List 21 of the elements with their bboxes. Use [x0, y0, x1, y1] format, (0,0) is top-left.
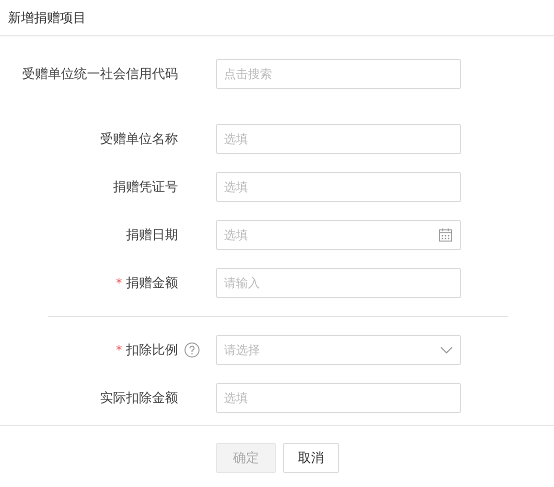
input-field[interactable]: 选填 [216, 172, 461, 202]
calendar-icon[interactable] [438, 228, 453, 242]
dialog-title: 新增捐赠项目 [8, 10, 86, 26]
chevron-down-icon[interactable] [440, 346, 453, 354]
field-label: 实际扣除金额 [100, 390, 178, 407]
cancel-button[interactable]: 取消 [283, 443, 339, 473]
date-field[interactable]: 选填 [216, 220, 461, 250]
field-label: 受赠单位统一社会信用代码 [22, 66, 178, 83]
input-field[interactable]: 选填 [216, 383, 461, 413]
field-label: 受赠单位名称 [100, 131, 178, 148]
field-label: 捐赠日期 [126, 227, 178, 244]
input-field[interactable]: 点击搜索 [216, 59, 461, 89]
field-label: 扣除比例 [126, 342, 178, 359]
field-label: 捐赠凭证号 [113, 179, 178, 196]
select-field[interactable]: 请选择 [216, 335, 461, 365]
input-field[interactable]: 选填 [216, 124, 461, 154]
input-field[interactable]: 请输入 [216, 268, 461, 298]
required-mark: * [116, 276, 122, 290]
help-icon[interactable] [184, 342, 200, 358]
required-mark: * [116, 343, 122, 357]
field-label: 捐赠金额 [126, 275, 178, 292]
